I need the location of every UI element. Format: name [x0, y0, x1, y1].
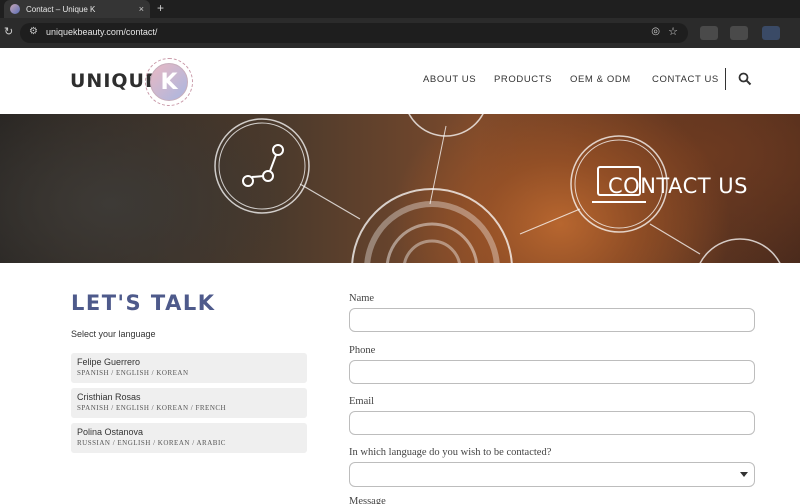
nav-oem-odm[interactable]: OEM & ODM [570, 74, 631, 85]
email-field[interactable] [349, 411, 755, 435]
tab-close-icon[interactable]: × [139, 4, 144, 14]
extension-icon[interactable] [730, 26, 748, 40]
nav-divider [725, 68, 726, 90]
phone-field[interactable] [349, 360, 755, 384]
email-label: Email [349, 396, 375, 407]
name-field[interactable] [349, 308, 755, 332]
share-network-icon [242, 144, 284, 187]
site-logo[interactable]: UNIQUE K [70, 58, 210, 108]
language-label: In which language do you wish to be cont… [349, 447, 552, 458]
lets-talk-heading: LET'S TALK [71, 291, 216, 315]
extension-icon[interactable] [700, 26, 718, 40]
site-favicon-icon [10, 4, 20, 14]
hero-title: CONTACT US [608, 174, 748, 198]
agent-card[interactable]: Polina Ostanova Russian / English / Kore… [71, 423, 307, 453]
address-bar[interactable]: ⚙ uniquekbeauty.com/contact/ ◎ ☆ [20, 23, 688, 43]
name-label: Name [349, 293, 375, 304]
nav-about-us[interactable]: ABOUT US [423, 74, 476, 85]
site-info-icon[interactable]: ⚙ [29, 26, 38, 37]
agent-name: Felipe Guerrero [77, 357, 141, 367]
search-icon[interactable] [738, 72, 752, 86]
agent-languages: Spanish / English / Korean [77, 369, 189, 377]
message-label: Message [349, 496, 386, 504]
tab-title: Contact – Unique K [26, 4, 96, 14]
browser-tab-bar: Contact – Unique K × + [0, 0, 800, 18]
phone-label: Phone [349, 345, 376, 356]
language-select[interactable] [349, 462, 755, 487]
eye-off-icon[interactable]: ◎ [651, 26, 660, 37]
agent-name: Cristhian Rosas [77, 392, 141, 402]
browser-toolbar: ↻ ⚙ uniquekbeauty.com/contact/ ◎ ☆ [0, 18, 800, 48]
select-language-text: Select your language [71, 329, 156, 339]
agent-languages: Spanish / English / Korean / French [77, 404, 227, 412]
agent-card[interactable]: Felipe Guerrero Spanish / English / Kore… [71, 353, 307, 383]
site-header: UNIQUE K ABOUT US PRODUCTS OEM & ODM CON… [0, 48, 800, 114]
browser-tab[interactable]: Contact – Unique K × [4, 0, 150, 18]
nav-contact-us[interactable]: CONTACT US [652, 74, 719, 85]
nav-products[interactable]: PRODUCTS [494, 74, 552, 85]
profile-icon[interactable] [762, 26, 780, 40]
url-text[interactable]: uniquekbeauty.com/contact/ [46, 27, 157, 37]
bookmark-star-icon[interactable]: ☆ [668, 25, 678, 38]
logo-k-badge: K [150, 63, 188, 101]
agent-name: Polina Ostanova [77, 427, 144, 437]
logo-letter: K [160, 69, 178, 95]
agent-languages: Russian / English / Korean / Arabic [77, 439, 226, 447]
agent-card[interactable]: Cristhian Rosas Spanish / English / Kore… [71, 388, 307, 418]
reload-icon[interactable]: ↻ [4, 25, 13, 38]
hero-banner: CONTACT US [0, 114, 800, 263]
new-tab-icon[interactable]: + [157, 0, 164, 18]
chevron-down-icon [740, 472, 748, 477]
